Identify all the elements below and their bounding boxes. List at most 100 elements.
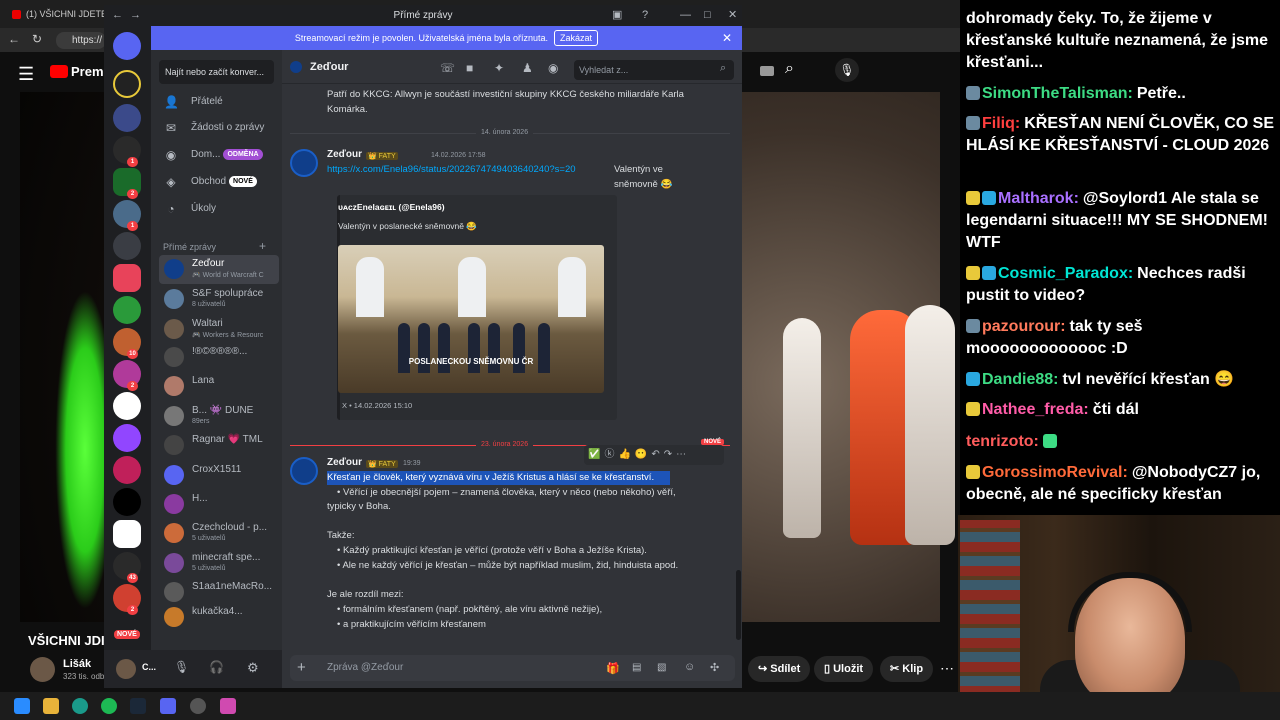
dm-item[interactable]: Ragnar 💗 TML bbox=[159, 431, 279, 460]
gift-icon[interactable]: 🎁 bbox=[606, 662, 620, 675]
find-conversation-input[interactable]: Najít nebo začít konver... bbox=[159, 60, 274, 84]
keyboard-icon[interactable] bbox=[760, 66, 774, 76]
back-icon[interactable]: ← bbox=[8, 32, 20, 46]
inbox-icon[interactable]: ▣ bbox=[612, 5, 622, 26]
nav-friends[interactable]: 👤 Přátelé bbox=[159, 90, 274, 114]
message-actions[interactable]: ✅ⓚ👍😶↶↷⋯ bbox=[584, 445, 724, 465]
channel-avatar[interactable] bbox=[30, 657, 55, 682]
avatar[interactable] bbox=[290, 457, 318, 485]
message-author[interactable]: Zeďour bbox=[327, 457, 362, 468]
create-dm-icon[interactable]: + bbox=[259, 239, 266, 253]
dm-item[interactable]: S&F spolupráce 8 uživatelů bbox=[159, 285, 279, 314]
pin-icon[interactable]: ✦ bbox=[494, 61, 504, 75]
back-icon[interactable]: ← bbox=[112, 5, 123, 26]
spotify-icon[interactable] bbox=[101, 698, 117, 714]
server-icon[interactable] bbox=[113, 70, 141, 98]
gif-icon[interactable]: ▤ bbox=[632, 662, 641, 673]
disable-button[interactable]: Zakázat bbox=[554, 30, 599, 46]
dm-item[interactable]: !®©®®®®... bbox=[159, 343, 279, 372]
server-icon[interactable] bbox=[113, 264, 141, 292]
maximize-icon[interactable]: □ bbox=[704, 5, 711, 26]
attach-icon[interactable]: + bbox=[297, 659, 306, 676]
help-icon[interactable]: ? bbox=[642, 5, 648, 26]
embed-author[interactable]: ᴜᴀᴄᴢEnelaɢᴇɪʟ (@Enela96) bbox=[338, 200, 445, 215]
add-friends-icon[interactable]: ♟ bbox=[522, 61, 533, 75]
server-icon[interactable] bbox=[113, 456, 141, 484]
message-line: • a praktikujícím věřícím křesťanem bbox=[337, 619, 486, 630]
video-icon[interactable]: ■ bbox=[466, 61, 473, 75]
more-icon[interactable]: ⋯ bbox=[940, 660, 954, 677]
dm-item[interactable]: Waltari 🎮 Workers & Resourc bbox=[159, 315, 279, 344]
server-icon[interactable]: 1 bbox=[113, 136, 141, 167]
obs-icon[interactable] bbox=[190, 698, 206, 714]
nav-message-requests[interactable]: ✉ Žádosti o zprávy bbox=[159, 116, 274, 140]
server-icon[interactable] bbox=[113, 520, 141, 548]
save-button[interactable]: ▯ Uložit bbox=[814, 656, 874, 682]
server-icon[interactable]: 43 bbox=[113, 552, 141, 583]
crown-icon bbox=[966, 266, 980, 280]
dm-item[interactable]: Zeďour 🎮 World of Warcraft C bbox=[159, 255, 279, 284]
search-icon[interactable]: ⌕ bbox=[720, 62, 726, 75]
composer-placeholder: Zpráva @Zeďour bbox=[327, 662, 404, 673]
scrollbar[interactable] bbox=[736, 570, 741, 640]
dm-item[interactable]: kukačka4... bbox=[159, 603, 279, 632]
close-icon[interactable]: ✕ bbox=[722, 26, 732, 50]
app-icon[interactable] bbox=[220, 698, 236, 714]
server-icon[interactable] bbox=[113, 488, 141, 516]
server-icon[interactable]: 1 bbox=[113, 200, 141, 231]
dm-item[interactable]: Czechcloud - p... 5 uživatelů bbox=[159, 519, 279, 548]
headphones-icon[interactable]: 🎧 bbox=[209, 660, 224, 674]
embed-image[interactable] bbox=[338, 245, 604, 393]
edge-icon[interactable] bbox=[72, 698, 88, 714]
emoji-icon[interactable]: ☺ bbox=[684, 661, 695, 673]
dm-item[interactable]: Lana bbox=[159, 372, 279, 401]
nav-quests[interactable]: ◔ Úkoly bbox=[159, 197, 274, 221]
apps-icon[interactable]: ✣ bbox=[710, 661, 719, 674]
channel-name[interactable]: Lišák bbox=[63, 658, 91, 670]
server-icon[interactable]: 2 bbox=[113, 360, 141, 391]
windows-start-icon[interactable] bbox=[14, 698, 30, 714]
channel-search-input[interactable]: Vyhledat z... bbox=[574, 60, 734, 80]
video-title[interactable]: VŠICHNI JDI bbox=[28, 633, 105, 648]
server-icon[interactable] bbox=[113, 232, 141, 260]
server-icon[interactable] bbox=[113, 296, 141, 324]
server-icon[interactable]: 2 bbox=[113, 584, 141, 615]
sticker-icon[interactable]: ▧ bbox=[657, 662, 666, 673]
reload-icon[interactable]: ↻ bbox=[32, 32, 42, 46]
discord-home-icon[interactable] bbox=[113, 32, 141, 60]
avatar[interactable] bbox=[290, 149, 318, 177]
share-button[interactable]: ↪ Sdílet bbox=[748, 656, 811, 682]
address-bar[interactable]: https:// bbox=[56, 32, 106, 49]
dm-item[interactable]: minecraft spe... 5 uživatelů bbox=[159, 549, 279, 578]
message-author[interactable]: Zeďour bbox=[327, 149, 362, 160]
file-explorer-icon[interactable] bbox=[43, 698, 59, 714]
dm-item[interactable]: H... bbox=[159, 490, 279, 519]
server-icon[interactable] bbox=[113, 392, 141, 420]
nav-shop[interactable]: ◈ Obchod NOVÉ bbox=[159, 170, 274, 194]
dm-item[interactable]: CroxX1511 bbox=[159, 461, 279, 490]
settings-icon[interactable]: ⚙ bbox=[247, 660, 259, 676]
server-icon[interactable] bbox=[113, 104, 141, 132]
call-icon[interactable]: ☏ bbox=[440, 61, 455, 75]
discord-icon[interactable] bbox=[160, 698, 176, 714]
search-icon[interactable]: ⌕ bbox=[785, 60, 794, 78]
avatar[interactable] bbox=[116, 659, 136, 679]
youtube-logo[interactable]: Premi bbox=[50, 64, 107, 79]
forward-icon[interactable]: → bbox=[130, 5, 141, 26]
message-link[interactable]: https://x.com/Enela96/status/20226747494… bbox=[327, 162, 607, 177]
new-badge[interactable]: NOVÉ bbox=[114, 630, 140, 639]
hamburger-icon[interactable]: ☰ bbox=[18, 64, 34, 85]
profile-icon[interactable]: ◉ bbox=[548, 61, 558, 75]
browser-tab[interactable]: (1) VŠICHNI JDETE DO bbox=[4, 4, 104, 24]
clip-button[interactable]: ✂ Klip bbox=[880, 656, 934, 682]
server-icon[interactable]: 2 bbox=[113, 168, 141, 199]
dm-item[interactable]: B... 👾 DUNE 89ers bbox=[159, 402, 279, 431]
server-icon[interactable]: 10 bbox=[113, 328, 141, 359]
mic-icon[interactable]: 🎙 bbox=[174, 660, 189, 674]
twitch-icon[interactable] bbox=[113, 424, 141, 452]
nav-home-rewards[interactable]: ◉ Dom... ODMĚNA bbox=[159, 143, 274, 167]
close-icon[interactable]: ✕ bbox=[728, 5, 737, 26]
mic-icon[interactable]: 🎙 bbox=[835, 58, 859, 82]
minimize-icon[interactable]: — bbox=[680, 5, 691, 26]
steam-icon[interactable] bbox=[130, 698, 146, 714]
